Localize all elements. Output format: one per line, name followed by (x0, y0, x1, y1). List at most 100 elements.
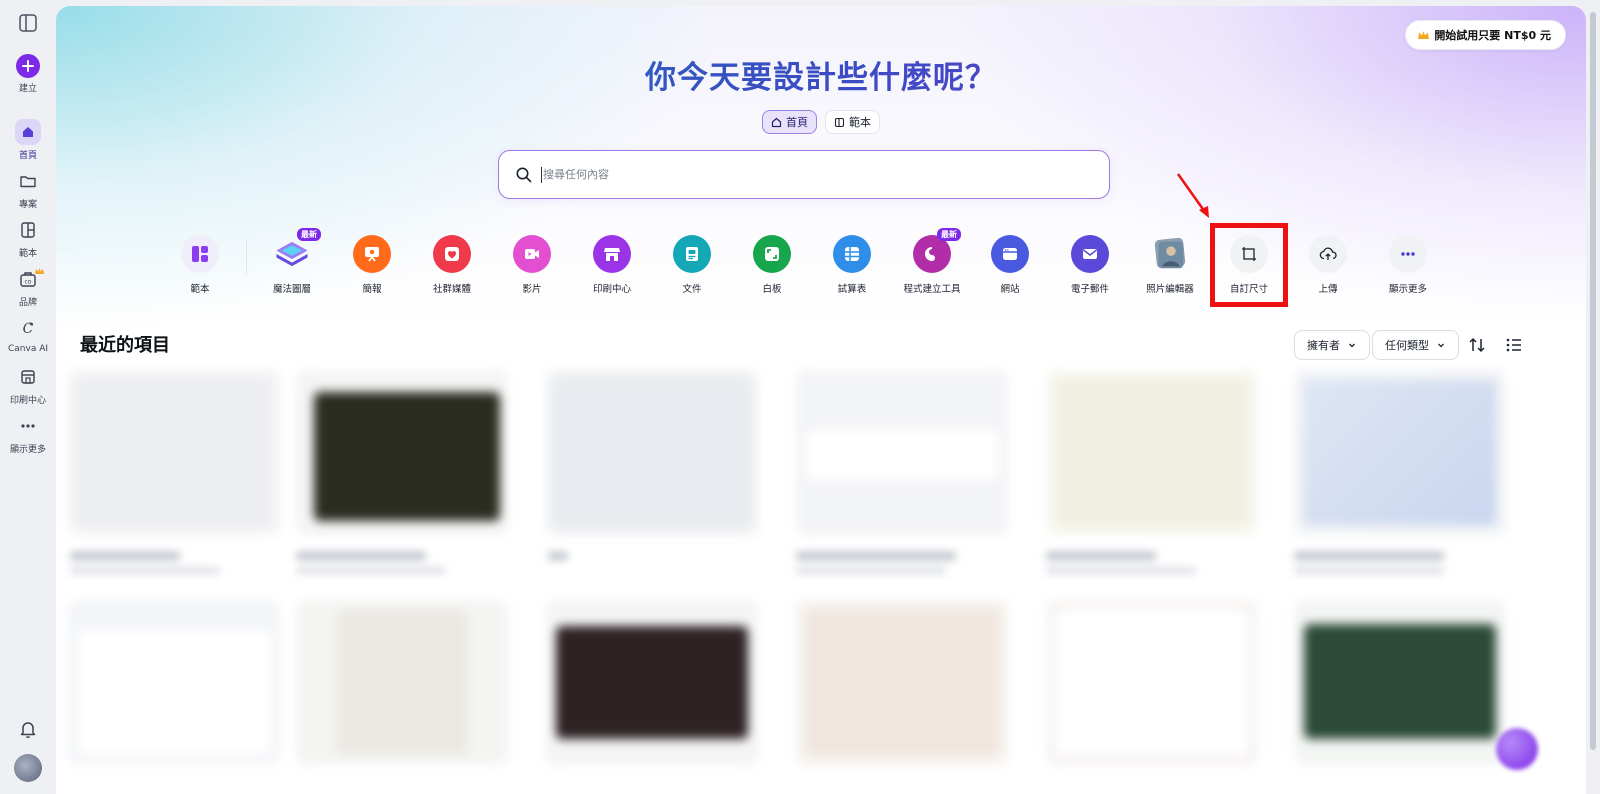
tab-home-label: 首頁 (786, 116, 808, 129)
card-meta (70, 551, 282, 581)
shortcut-label: 試算表 (837, 284, 867, 295)
search-bar[interactable] (498, 150, 1110, 199)
page-scrollbar[interactable] (1590, 12, 1596, 750)
crown-icon (1418, 30, 1430, 39)
rail-canva-ai-label: Canva AI (7, 344, 49, 354)
shortcut-templates[interactable]: 範本 (162, 235, 238, 301)
rail-more-label: 顯示更多 (9, 445, 46, 455)
shortcut-label: 照片編輯器 (1146, 284, 1194, 295)
recent-design-card[interactable] (68, 600, 280, 765)
folder-icon (15, 168, 41, 194)
search-icon (516, 167, 532, 182)
card-meta (796, 551, 1008, 581)
recent-design-card[interactable] (296, 370, 508, 535)
shortcut-label: 白板 (762, 284, 782, 295)
assistant-fab-button[interactable] (1496, 728, 1538, 770)
rail-print-label: 印刷中心 (9, 396, 46, 406)
shortcut-presentation[interactable]: 簡報 (334, 235, 410, 301)
owner-filter-dropdown[interactable]: 擁有者 (1294, 330, 1370, 360)
shortcut-label: 文件 (682, 284, 702, 295)
website-icon (991, 235, 1029, 273)
search-input[interactable] (543, 159, 1063, 190)
user-avatar[interactable] (14, 754, 42, 782)
shortcut-divider (246, 239, 247, 275)
rail-projects-label: 專案 (18, 200, 37, 210)
photo-editor-icon (1151, 235, 1189, 273)
video-icon (513, 235, 551, 273)
tab-templates[interactable]: 範本 (825, 110, 880, 134)
shortcut-label: 範本 (190, 284, 210, 295)
type-filter-label: 任何類型 (1385, 339, 1429, 352)
rail-templates-item[interactable]: 範本 (0, 217, 56, 263)
shortcut-label: 程式建立工具 (903, 284, 961, 295)
shortcut-upload[interactable]: 上傳 (1290, 235, 1366, 301)
recent-design-card[interactable] (796, 370, 1008, 535)
start-trial-button[interactable]: 開始試用只要 NT$0 元 (1405, 20, 1566, 50)
rail-canva-ai-item[interactable]: C Canva AI (0, 315, 56, 361)
shortcut-label: 影片 (522, 284, 542, 295)
shortcut-photo-editor[interactable]: 照片編輯器 (1132, 235, 1208, 301)
shortcut-email[interactable]: 電子郵件 (1052, 235, 1128, 301)
more-dots-icon (15, 413, 41, 439)
rail-brand-label: 品牌 (18, 298, 37, 308)
email-icon (1071, 235, 1109, 273)
recent-design-card[interactable] (296, 600, 508, 765)
rail-projects-item[interactable]: 專案 (0, 168, 56, 214)
more-icon (1389, 235, 1427, 273)
canva-ai-icon: C (15, 315, 41, 341)
card-meta (1046, 551, 1258, 581)
svg-text:co: co (25, 279, 32, 286)
recent-design-card[interactable] (1046, 370, 1258, 535)
shortcut-label: 魔法圖層 (272, 284, 311, 295)
whiteboard-icon (753, 235, 791, 273)
design-type-shortcuts: 範本 最新 魔法圖層 簡報 社群媒體 影片 印刷中心 文件 白板 試算表 最新 … (56, 228, 1586, 305)
rail-templates-label: 範本 (18, 249, 37, 259)
recent-design-card[interactable] (1294, 370, 1506, 535)
shortcut-sheet[interactable]: 試算表 (814, 235, 890, 301)
left-rail: 建立 首頁 專案 範本 co 品牌 C Canva AI 印刷中心 顯示更多 (0, 0, 56, 794)
shortcut-label: 顯示更多 (1388, 284, 1427, 295)
shortcut-more[interactable]: 顯示更多 (1370, 235, 1446, 301)
recent-design-card[interactable] (796, 600, 1008, 765)
shortcut-website[interactable]: 網站 (972, 235, 1048, 301)
rail-print-item[interactable]: 印刷中心 (0, 364, 56, 410)
type-filter-dropdown[interactable]: 任何類型 (1372, 330, 1459, 360)
annotation-arrow (1176, 173, 1209, 218)
shortcut-code-tool[interactable]: 最新 程式建立工具 (894, 228, 970, 301)
shortcut-magic-layers[interactable]: 最新 魔法圖層 (254, 228, 330, 301)
shortcut-video[interactable]: 影片 (494, 235, 570, 301)
home-icon (771, 117, 782, 127)
store-icon (593, 235, 631, 273)
recent-design-card[interactable] (1046, 600, 1258, 765)
sort-icon[interactable] (1467, 335, 1487, 355)
shortcut-doc[interactable]: 文件 (654, 235, 730, 301)
rail-create-button[interactable]: 建立 (0, 54, 56, 100)
rail-brand-item[interactable]: co 品牌 (0, 266, 56, 312)
crown-icon (35, 268, 44, 274)
search-caret (541, 166, 542, 183)
rail-more-item[interactable]: 顯示更多 (0, 413, 56, 459)
shortcut-print[interactable]: 印刷中心 (574, 235, 650, 301)
list-view-icon[interactable] (1504, 335, 1524, 355)
new-badge: 最新 (297, 228, 321, 241)
recent-design-card[interactable] (546, 600, 758, 765)
notification-bell-icon[interactable] (17, 718, 39, 740)
upload-icon (1309, 235, 1347, 273)
svg-text:C: C (23, 321, 34, 337)
card-meta (296, 551, 508, 581)
rail-home-item[interactable]: 首頁 (0, 119, 56, 165)
shortcut-label: 社群媒體 (432, 284, 471, 295)
annotation-highlight-box (1210, 223, 1288, 307)
sidebar-toggle-icon[interactable] (17, 12, 39, 34)
recent-design-card[interactable] (1294, 600, 1506, 765)
code-tool-icon: 最新 (913, 228, 961, 273)
shortcut-whiteboard[interactable]: 白板 (734, 235, 810, 301)
recent-design-card[interactable] (68, 370, 280, 535)
print-store-icon (15, 364, 41, 390)
tab-home[interactable]: 首頁 (762, 110, 817, 134)
rail-home-label: 首頁 (18, 151, 37, 161)
page-title: 你今天要設計些什麼呢？ (56, 52, 1586, 97)
shortcut-social-media[interactable]: 社群媒體 (414, 235, 490, 301)
templates-icon (15, 217, 41, 243)
recent-design-card[interactable] (546, 370, 758, 535)
